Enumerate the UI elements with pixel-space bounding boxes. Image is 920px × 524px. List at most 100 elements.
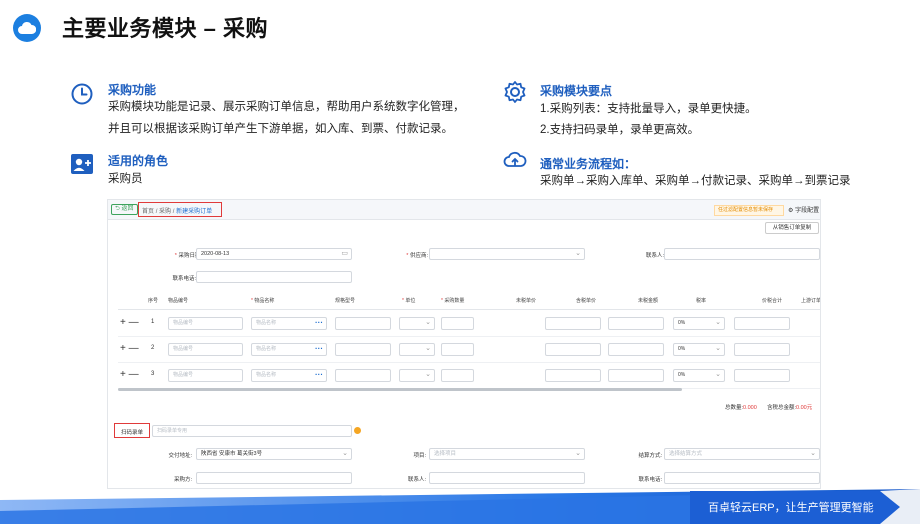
row-add-remove[interactable]: + —	[120, 369, 139, 380]
col-qty: * 采购数量	[441, 298, 465, 304]
breadcrumb: 首页 / 采购 / 新建采购订单	[142, 206, 212, 215]
phone2-label: 联系电话:	[638, 477, 662, 483]
row-seq: 3	[151, 371, 155, 377]
tax-price-input[interactable]	[545, 317, 601, 330]
tax-rate-select[interactable]: 0% ⌄	[673, 369, 725, 382]
settings-icon: ⚙	[788, 208, 794, 214]
flow-text: 采购单→采购入库单、采购单→付款记录、采购单→到票记录	[540, 175, 851, 187]
tax-rate-select[interactable]: 0% ⌄	[673, 317, 725, 330]
item-code-input[interactable]: 物品编号	[168, 317, 243, 330]
page-title: 主要业务模块 – 采购	[62, 16, 268, 41]
scan-entry-button[interactable]: 扫码录单	[121, 428, 143, 436]
tax-price-input[interactable]	[545, 369, 601, 382]
total-qty-value: 0.000	[743, 405, 757, 411]
qty-input[interactable]	[441, 343, 474, 356]
more-icon[interactable]: ···	[315, 370, 323, 380]
tax-rate-select[interactable]: 0% ⌄	[673, 343, 725, 356]
col-seq: 序号	[148, 298, 159, 304]
row-add-remove[interactable]: + —	[120, 317, 139, 328]
horizontal-scrollbar[interactable]	[118, 388, 682, 391]
item-code-input[interactable]: 物品编号	[168, 343, 243, 356]
cloud-icon	[13, 14, 41, 42]
qty-input[interactable]	[441, 369, 474, 382]
unit-select[interactable]: ⌄	[399, 369, 435, 382]
spec-input[interactable]	[335, 369, 391, 382]
back-button[interactable]: ⮌ 返回	[111, 204, 138, 215]
item-name-input[interactable]: 物品名称 ···	[251, 317, 327, 330]
purchase-date-input[interactable]: 2020-08-13 ▭	[196, 248, 352, 260]
settlement-label: 结算方式:	[638, 453, 662, 459]
chevron-down-icon: ⌄	[810, 450, 816, 457]
erp-toolbar: ⮌ 返回 首页 / 采购 / 新建采购订单 任过滤配置信息暂未保存 ⚙ 字段配置	[108, 200, 820, 220]
contact-label: 联系人:	[645, 253, 664, 259]
more-icon[interactable]: ···	[315, 344, 323, 354]
crumb-sep: /	[155, 209, 158, 215]
settlement-select[interactable]: 选择结算方式 ⌄	[664, 448, 820, 460]
chevron-down-icon: ⌄	[342, 450, 348, 457]
buyer-input[interactable]	[196, 472, 352, 484]
chevron-down-icon: ⌄	[715, 345, 721, 352]
table-row: + — 2 物品编号 物品名称 ··· ⌄ 0% ⌄	[118, 337, 820, 363]
col-code: 物品编号	[168, 298, 189, 304]
role-heading: 适用的角色	[108, 154, 169, 168]
total-amount-value: 0.00元	[796, 405, 813, 411]
contact2-input[interactable]	[429, 472, 585, 484]
total-input[interactable]	[734, 343, 790, 356]
chevron-down-icon: ⌄	[425, 371, 431, 378]
spec-input[interactable]	[335, 343, 391, 356]
project-select[interactable]: 选择项目 ⌄	[429, 448, 585, 460]
amount-input[interactable]	[608, 343, 664, 356]
copy-from-sales-order-button[interactable]: 从销售订单复制	[765, 222, 819, 234]
info-icon[interactable]	[354, 427, 361, 434]
field-settings-label: 字段配置	[795, 208, 820, 214]
amount-input[interactable]	[608, 369, 664, 382]
qty-input[interactable]	[441, 317, 474, 330]
function-heading: 采购功能	[108, 83, 157, 97]
delivery-address-label: 交付地址:	[168, 453, 192, 459]
col-name: * 物品名称	[251, 298, 275, 304]
crumb-home[interactable]: 首页	[142, 209, 154, 215]
phone2-input[interactable]	[664, 472, 820, 484]
total-input[interactable]	[734, 317, 790, 330]
contact-input[interactable]	[664, 248, 820, 260]
col-unit: * 单位	[402, 298, 416, 304]
total-input[interactable]	[734, 369, 790, 382]
col-total: 价税合计	[762, 298, 783, 304]
unit-select[interactable]: ⌄	[399, 343, 435, 356]
phone-label: 联系电话:	[172, 276, 196, 282]
scan-input[interactable]: 扫码录单专用	[152, 425, 352, 437]
slide-header: 主要业务模块 – 采购	[0, 0, 920, 56]
row-add-remove[interactable]: + —	[120, 343, 139, 354]
project-label: 项目:	[413, 453, 426, 459]
tax-price-input[interactable]	[545, 343, 601, 356]
chevron-down-icon: ⌄	[575, 250, 581, 257]
phone-input[interactable]	[196, 271, 352, 283]
supplier-select[interactable]: ⌄	[429, 248, 585, 260]
delivery-address-select[interactable]: 陕西省 安康市 葛关街3号 ⌄	[196, 448, 352, 460]
total-qty: 总数量:0.000	[725, 405, 757, 411]
supplier-label: * 供应商:	[406, 253, 428, 259]
back-label: 返回	[121, 206, 134, 212]
points-heading: 采购模块要点	[540, 84, 613, 98]
col-spec: 规格型号	[335, 298, 356, 304]
item-name-input[interactable]: 物品名称 ···	[251, 343, 327, 356]
chevron-down-icon: ⌄	[425, 345, 431, 352]
amount-input[interactable]	[608, 317, 664, 330]
chevron-down-icon: ⌄	[575, 450, 581, 457]
add-user-icon	[70, 152, 96, 178]
item-code-input[interactable]: 物品编号	[168, 369, 243, 382]
col-upstream: 上游订单	[801, 298, 821, 304]
chevron-down-icon: ⌄	[715, 319, 721, 326]
col-unit-price: 未税单价	[516, 298, 537, 304]
field-settings-button[interactable]: ⚙ 字段配置	[788, 205, 819, 214]
chevron-down-icon: ⌄	[425, 319, 431, 326]
crumb-module[interactable]: 采购	[159, 209, 171, 215]
more-icon[interactable]: ···	[315, 318, 323, 328]
chevron-down-icon: ⌄	[715, 371, 721, 378]
row-seq: 2	[151, 345, 155, 351]
unit-select[interactable]: ⌄	[399, 317, 435, 330]
spec-input[interactable]	[335, 317, 391, 330]
table-row: + — 3 物品编号 物品名称 ··· ⌄ 0% ⌄	[118, 363, 820, 389]
item-name-input[interactable]: 物品名称 ···	[251, 369, 327, 382]
total-amount: 含税总金额:0.00元	[767, 405, 813, 411]
